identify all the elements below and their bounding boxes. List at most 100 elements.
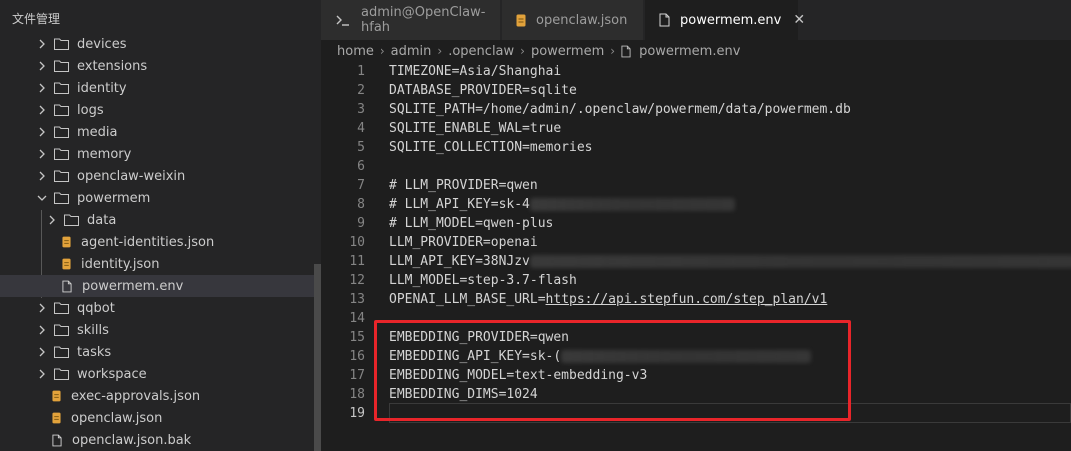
tree-item[interactable]: powermem.env [0, 275, 321, 297]
tree-item-label: openclaw.json [71, 410, 163, 426]
chevron-right-icon[interactable] [36, 368, 48, 380]
tree-item[interactable]: identity [0, 77, 321, 99]
code-line[interactable]: 5 SQLITE_COLLECTION=memories [321, 138, 1071, 157]
tree-item[interactable]: agent-identities.json [0, 231, 321, 253]
tab-label: powermem.env [680, 12, 782, 28]
tab-bar: admin@OpenClaw-hfah openclaw.json powerm… [321, 0, 1071, 40]
tree-item-label: agent-identities.json [81, 234, 215, 250]
tree-item[interactable]: openclaw-weixin [0, 165, 321, 187]
line-number: 1 [357, 64, 365, 79]
folder-icon [54, 302, 69, 314]
tree-item[interactable]: tasks [0, 341, 321, 363]
code-line[interactable]: 6 [321, 157, 1071, 176]
tree-item-label: identity [77, 80, 127, 96]
sidebar-scrollbar[interactable] [314, 264, 321, 451]
line-number: 19 [349, 406, 365, 421]
chevron-right-icon[interactable] [36, 324, 48, 336]
tab-openclaw-json[interactable]: openclaw.json [502, 0, 644, 40]
tree-item[interactable]: exec-approvals.json [0, 385, 321, 407]
breadcrumb: home › admin › .openclaw › powermem › po… [337, 40, 740, 62]
line-number: 15 [349, 330, 365, 345]
code-text: LLM_MODEL=step-3.7-flash [389, 271, 577, 290]
chevron-right-icon[interactable] [36, 104, 48, 116]
chevron-right-icon[interactable] [46, 214, 58, 226]
line-number: 11 [349, 254, 365, 269]
breadcrumb-item[interactable]: powermem.env [639, 44, 740, 59]
folder-icon [54, 38, 69, 50]
tree-item[interactable]: skills [0, 319, 321, 341]
code-text: TIMEZONE=Asia/Shanghai [389, 62, 561, 81]
tree-item[interactable]: powermem [0, 187, 321, 209]
tab-powermem-env[interactable]: powermem.env ✕ [645, 0, 805, 40]
tree-item-label: tasks [77, 344, 112, 360]
breadcrumb-item[interactable]: admin [391, 44, 432, 59]
chevron-right-icon[interactable] [36, 38, 48, 50]
code-text: SQLITE_COLLECTION=memories [389, 138, 593, 157]
code-content: # LLM_API_KEY=sk-4 [389, 197, 530, 212]
code-line[interactable]: 13 OPENAI_LLM_BASE_URL=https://api.stepfu… [321, 290, 1071, 309]
json-icon [516, 14, 526, 27]
breadcrumb-item[interactable]: .openclaw [448, 44, 514, 59]
line-number: 17 [349, 368, 365, 383]
tree-item[interactable]: identity.json [0, 253, 321, 275]
code-text: SQLITE_PATH=/home/admin/.openclaw/powerm… [389, 100, 851, 119]
code-content: LLM_API_KEY=38NJzv [389, 254, 530, 269]
breadcrumb-item[interactable]: powermem [531, 44, 604, 59]
folder-icon [54, 148, 69, 160]
tree-item[interactable]: logs [0, 99, 321, 121]
chevron-right-icon[interactable] [36, 170, 48, 182]
folder-icon [54, 126, 69, 138]
terminal-icon [335, 13, 351, 27]
tree-item[interactable]: openclaw.json.bak [0, 429, 321, 451]
tree-item[interactable]: devices [0, 33, 321, 55]
code-content: # LLM_PROVIDER=qwen [389, 178, 538, 193]
tree-item[interactable]: workspace [0, 363, 321, 385]
tree-item-label: skills [77, 322, 109, 338]
code-line[interactable]: 1 TIMEZONE=Asia/Shanghai [321, 62, 1071, 81]
code-line[interactable]: 11 LLM_API_KEY=38NJzv [321, 252, 1071, 271]
tree-item[interactable]: media [0, 121, 321, 143]
tree-item[interactable]: qqbot [0, 297, 321, 319]
chevron-right-icon: › [610, 44, 616, 58]
tree-item[interactable]: memory [0, 143, 321, 165]
tab-terminal[interactable]: admin@OpenClaw-hfah [321, 0, 501, 40]
chevron-right-icon[interactable] [36, 148, 48, 160]
code-line[interactable]: 9 # LLM_MODEL=qwen-plus [321, 214, 1071, 233]
code-line[interactable]: 3 SQLITE_PATH=/home/admin/.openclaw/power… [321, 100, 1071, 119]
tab-label: admin@OpenClaw-hfah [361, 5, 486, 35]
folder-icon [54, 346, 69, 358]
folder-icon [54, 82, 69, 94]
line-number: 10 [349, 235, 365, 250]
chevron-right-icon[interactable] [36, 126, 48, 138]
breadcrumb-item[interactable]: home [337, 44, 374, 59]
chevron-right-icon[interactable] [36, 346, 48, 358]
line-number: 13 [349, 292, 365, 307]
line-number: 6 [357, 159, 365, 174]
code-line[interactable]: 7 # LLM_PROVIDER=qwen [321, 176, 1071, 195]
code-text: # LLM_API_KEY=sk-4 [389, 195, 735, 214]
chevron-right-icon[interactable] [36, 302, 48, 314]
code-text: # LLM_PROVIDER=qwen [389, 176, 538, 195]
code-text: DATABASE_PROVIDER=sqlite [389, 81, 577, 100]
code-line[interactable]: 12 LLM_MODEL=step-3.7-flash [321, 271, 1071, 290]
code-content: TIMEZONE=Asia/Shanghai [389, 64, 562, 79]
chevron-down-icon[interactable] [36, 192, 48, 204]
tree-item[interactable]: openclaw.json [0, 407, 321, 429]
tree-item[interactable]: extensions [0, 55, 321, 77]
line-number: 8 [357, 197, 365, 212]
tree-item[interactable]: data [0, 209, 321, 231]
folder-icon [54, 170, 69, 182]
url-link[interactable]: https://api.stepfun.com/step_plan/v1 [546, 292, 828, 307]
code-content: DATABASE_PROVIDER=sqlite [389, 83, 577, 98]
chevron-right-icon[interactable] [36, 82, 48, 94]
code-line[interactable]: 8 # LLM_API_KEY=sk-4 [321, 195, 1071, 214]
line-number: 5 [357, 140, 365, 155]
close-icon[interactable]: ✕ [793, 12, 805, 28]
tree-item-label: powermem [77, 190, 151, 206]
code-line[interactable]: 10 LLM_PROVIDER=openai [321, 233, 1071, 252]
annotation-highlight-box [374, 320, 851, 421]
code-line[interactable]: 2 DATABASE_PROVIDER=sqlite [321, 81, 1071, 100]
code-line[interactable]: 4 SQLITE_ENABLE_WAL=true [321, 119, 1071, 138]
chevron-right-icon[interactable] [36, 60, 48, 72]
file-icon [621, 45, 631, 58]
